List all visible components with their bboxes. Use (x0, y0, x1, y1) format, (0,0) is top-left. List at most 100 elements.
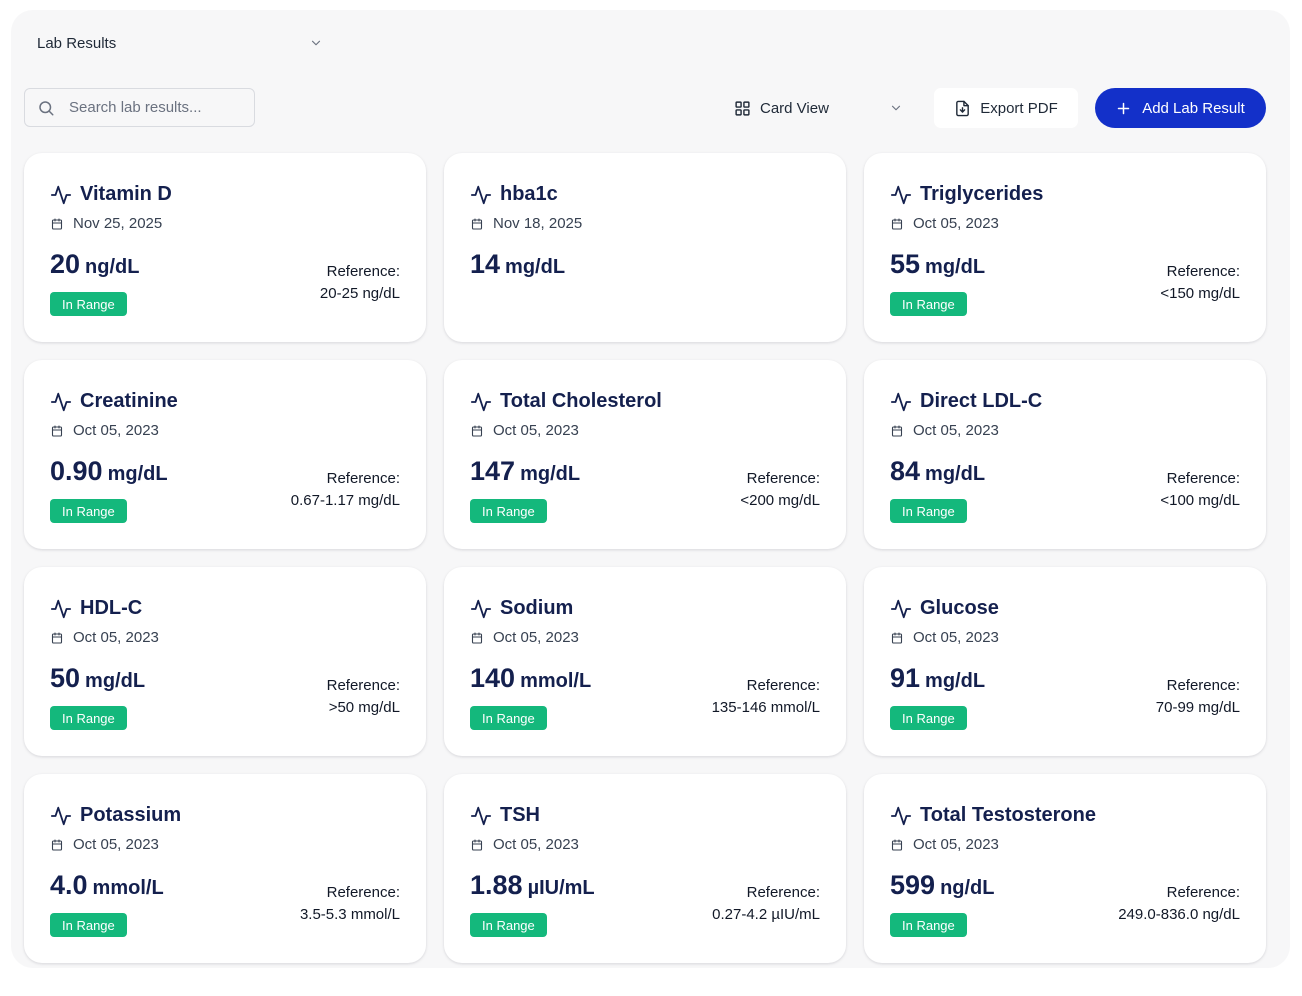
card-value-number: 14 (470, 249, 501, 279)
card-value-unit: mg/dL (925, 463, 986, 485)
add-lab-result-label: Add Lab Result (1142, 99, 1245, 117)
reference-range-value: 0.27-4.2 µIU/mL (712, 906, 820, 923)
card-value-unit: mmol/L (92, 877, 164, 899)
activity-icon (470, 185, 492, 204)
calendar-icon (471, 631, 483, 644)
activity-icon (50, 806, 72, 825)
card-title: Glucose (890, 597, 999, 620)
search-icon (39, 100, 54, 115)
reference-range-value: 0.67-1.17 mg/dL (290, 492, 400, 509)
reference-range: Reference: 0.67-1.17 mg/dL (291, 470, 400, 510)
lab-card[interactable]: Sodium Oct 05, 2023 140 mmol/L In Range … (444, 567, 846, 756)
status-badge: In Range (50, 706, 127, 730)
status-badge: In Range (470, 913, 547, 937)
lab-card[interactable]: HDL-C Oct 05, 2023 50 mg/dL In Range Ref… (24, 567, 426, 756)
section-select-label: Lab Results (37, 34, 117, 52)
calendar-icon (51, 631, 63, 644)
card-value-number: 140 (470, 663, 516, 693)
lab-card[interactable]: Creatinine Oct 05, 2023 0.90 mg/dL In Ra… (24, 360, 426, 549)
card-date-text: Oct 05, 2023 (493, 629, 579, 646)
reference-range-value: <200 mg/dL (740, 492, 820, 509)
calendar-icon (51, 424, 63, 437)
card-title: TSH (470, 804, 540, 827)
reference-range-value: <100 mg/dL (1160, 492, 1240, 509)
section-select[interactable]: Lab Results (25, 30, 325, 56)
card-name: Glucose (920, 597, 999, 619)
reference-range-value: 20-25 ng/dL (319, 285, 400, 302)
status-badge: In Range (890, 292, 967, 316)
card-date: Nov 25, 2025 (51, 215, 162, 232)
card-value: 55 mg/dL (890, 249, 985, 280)
reference-range: Reference: 0.27-4.2 µIU/mL (712, 884, 820, 924)
reference-range: Reference: 3.5-5.3 mmol/L (300, 884, 400, 924)
card-name: Total Cholesterol (500, 390, 662, 412)
card-date: Oct 05, 2023 (891, 629, 999, 646)
card-value-unit: mg/dL (505, 256, 566, 278)
card-value-unit: mmol/L (520, 670, 592, 692)
reference-range-value: 249.0-836.0 ng/dL (1118, 906, 1240, 923)
search-input[interactable] (69, 99, 239, 116)
add-lab-result-button[interactable]: Add Lab Result (1095, 88, 1266, 128)
card-date: Oct 05, 2023 (471, 836, 579, 853)
lab-card[interactable]: Potassium Oct 05, 2023 4.0 mmol/L In Ran… (24, 774, 426, 963)
lab-card[interactable]: Vitamin D Nov 25, 2025 20 ng/dL In Range… (24, 153, 426, 342)
reference-label: Reference: (326, 677, 400, 694)
card-title: Total Testosterone (890, 804, 1096, 827)
status-badge: In Range (470, 499, 547, 523)
grid-icon (735, 100, 750, 116)
card-date-text: Oct 05, 2023 (913, 215, 999, 232)
card-value: 140 mmol/L (470, 663, 591, 694)
status-badge: In Range (470, 706, 547, 730)
card-value: 14 mg/dL (470, 249, 565, 280)
card-value: 147 mg/dL (470, 456, 580, 487)
card-title: Creatinine (50, 390, 178, 413)
card-date: Oct 05, 2023 (471, 422, 579, 439)
card-date: Oct 05, 2023 (891, 215, 999, 232)
activity-icon (890, 392, 912, 411)
card-date-text: Nov 18, 2025 (493, 215, 583, 232)
card-title: Sodium (470, 597, 573, 620)
reference-label: Reference: (1166, 884, 1240, 901)
lab-card[interactable]: TSH Oct 05, 2023 1.88 µIU/mL In Range Re… (444, 774, 846, 963)
card-value: 84 mg/dL (890, 456, 985, 487)
lab-card[interactable]: Glucose Oct 05, 2023 91 mg/dL In Range R… (864, 567, 1266, 756)
reference-range-value: 135-146 mmol/L (711, 699, 820, 716)
card-value-unit: mg/dL (925, 256, 986, 278)
lab-card[interactable]: Direct LDL-C Oct 05, 2023 84 mg/dL In Ra… (864, 360, 1266, 549)
card-title: Vitamin D (50, 183, 172, 206)
calendar-icon (891, 631, 903, 644)
calendar-icon (891, 838, 903, 851)
lab-card[interactable]: Triglycerides Oct 05, 2023 55 mg/dL In R… (864, 153, 1266, 342)
card-date: Oct 05, 2023 (471, 629, 579, 646)
reference-label: Reference: (746, 884, 820, 901)
card-title: Direct LDL-C (890, 390, 1042, 413)
card-name: Triglycerides (920, 183, 1044, 205)
card-name: Total Testosterone (920, 804, 1096, 826)
lab-card[interactable]: hba1c Nov 18, 2025 14 mg/dL (444, 153, 846, 342)
card-value-number: 1.88 (470, 870, 523, 900)
card-value-unit: mg/dL (107, 463, 168, 485)
card-date: Nov 18, 2025 (471, 215, 582, 232)
lab-card[interactable]: Total Testosterone Oct 05, 2023 599 ng/d… (864, 774, 1266, 963)
card-date-text: Oct 05, 2023 (493, 422, 579, 439)
card-value: 20 ng/dL (50, 249, 139, 280)
card-value: 91 mg/dL (890, 663, 985, 694)
calendar-icon (891, 217, 903, 230)
card-date: Oct 05, 2023 (51, 422, 159, 439)
reference-range-value: <150 mg/dL (1160, 285, 1240, 302)
card-title: Triglycerides (890, 183, 1043, 206)
card-value-unit: mg/dL (85, 670, 146, 692)
search-box[interactable] (24, 88, 255, 127)
activity-icon (50, 392, 72, 411)
calendar-icon (51, 217, 63, 230)
export-pdf-button[interactable]: Export PDF (934, 88, 1078, 128)
card-name: TSH (500, 804, 540, 826)
view-select[interactable]: Card View (723, 96, 903, 120)
reference-label: Reference: (326, 470, 400, 487)
card-value-number: 147 (470, 456, 516, 486)
calendar-icon (471, 217, 483, 230)
activity-icon (890, 599, 912, 618)
card-value: 4.0 mmol/L (50, 870, 164, 901)
activity-icon (50, 599, 72, 618)
lab-card[interactable]: Total Cholesterol Oct 05, 2023 147 mg/dL… (444, 360, 846, 549)
